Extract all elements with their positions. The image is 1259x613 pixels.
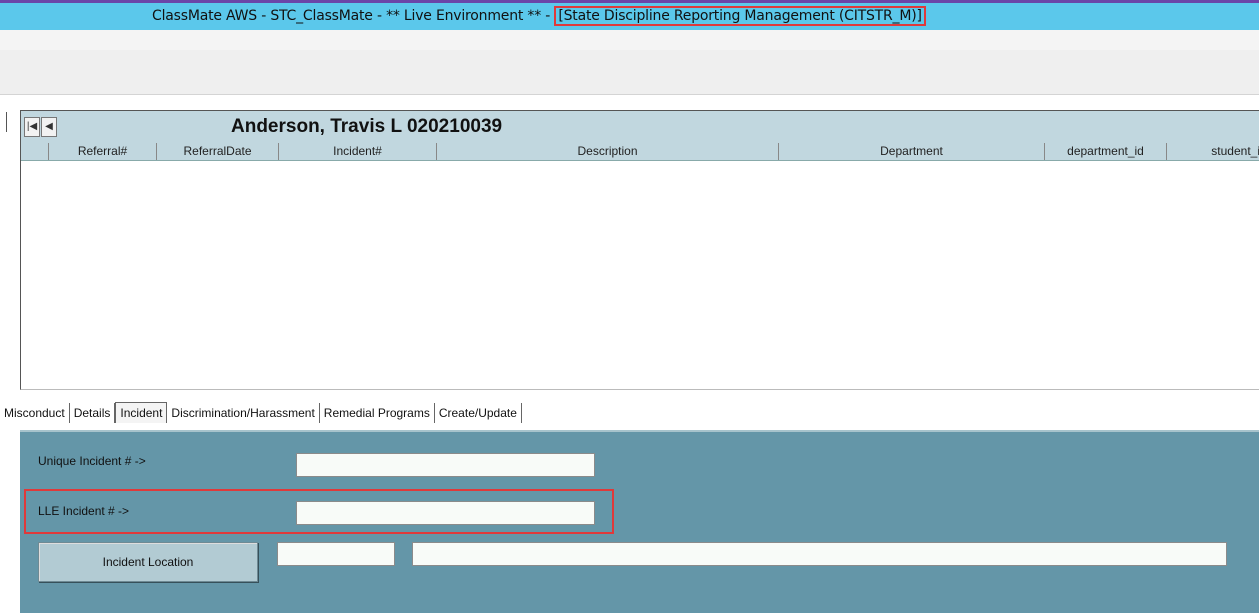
lle-incident-input[interactable] bbox=[297, 502, 594, 524]
column-incident-number[interactable]: Incident# bbox=[279, 143, 437, 160]
incident-location-button[interactable]: Incident Location bbox=[38, 542, 258, 582]
column-student-id[interactable]: student_i bbox=[1167, 143, 1259, 160]
left-divider bbox=[6, 112, 7, 132]
unique-incident-input[interactable] bbox=[297, 454, 594, 476]
location-description-field[interactable] bbox=[412, 542, 1227, 566]
grid-navigation-bar: |◀ ◀ Anderson, Travis L 020210039 bbox=[21, 111, 1259, 144]
referral-grid[interactable]: |◀ ◀ Anderson, Travis L 020210039 Referr… bbox=[20, 110, 1259, 390]
tab-discrimination-harassment[interactable]: Discrimination/Harassment bbox=[167, 403, 320, 423]
window-title-prefix: ClassMate AWS - STC_ClassMate - ** Live … bbox=[152, 8, 555, 24]
lle-incident-field[interactable] bbox=[296, 501, 595, 525]
student-name: Anderson, Travis L 020210039 bbox=[231, 116, 503, 137]
lle-incident-label: LLE Incident # -> bbox=[38, 504, 130, 518]
window-title: ClassMate AWS - STC_ClassMate - ** Live … bbox=[152, 6, 926, 26]
tab-remedial-programs[interactable]: Remedial Programs bbox=[320, 403, 435, 423]
unique-incident-field[interactable] bbox=[296, 453, 595, 477]
column-referral-number[interactable]: Referral# bbox=[49, 143, 157, 160]
previous-record-icon[interactable]: ◀ bbox=[41, 117, 57, 137]
tab-misconduct[interactable]: Misconduct bbox=[0, 403, 70, 423]
tab-strip: Misconduct Details Incident Discrimination/… bbox=[0, 402, 522, 424]
location-code-field[interactable] bbox=[277, 542, 395, 566]
location-code-input[interactable] bbox=[278, 543, 394, 565]
incident-panel: Unique Incident # -> LLE Incident # -> I… bbox=[20, 430, 1259, 613]
column-department-id[interactable]: department_id bbox=[1045, 143, 1167, 160]
window-title-form-name: [State Discipline Reporting Management (… bbox=[554, 6, 926, 26]
unique-incident-label: Unique Incident # -> bbox=[38, 454, 146, 468]
menu-strip bbox=[0, 30, 1259, 50]
tab-details[interactable]: Details bbox=[70, 403, 116, 423]
window-titlebar: ClassMate AWS - STC_ClassMate - ** Live … bbox=[0, 0, 1259, 30]
toolbar-strip bbox=[0, 50, 1259, 95]
column-referral-date[interactable]: ReferralDate bbox=[157, 143, 279, 160]
tab-create-update[interactable]: Create/Update bbox=[435, 403, 522, 423]
tab-incident[interactable]: Incident bbox=[115, 402, 168, 423]
column-department[interactable]: Department bbox=[779, 143, 1045, 160]
column-description[interactable]: Description bbox=[437, 143, 779, 160]
location-description-input[interactable] bbox=[413, 543, 1226, 565]
row-selector-header bbox=[21, 143, 49, 160]
first-record-icon[interactable]: |◀ bbox=[24, 117, 40, 137]
grid-column-header: Referral# ReferralDate Incident# Descrip… bbox=[21, 143, 1259, 161]
